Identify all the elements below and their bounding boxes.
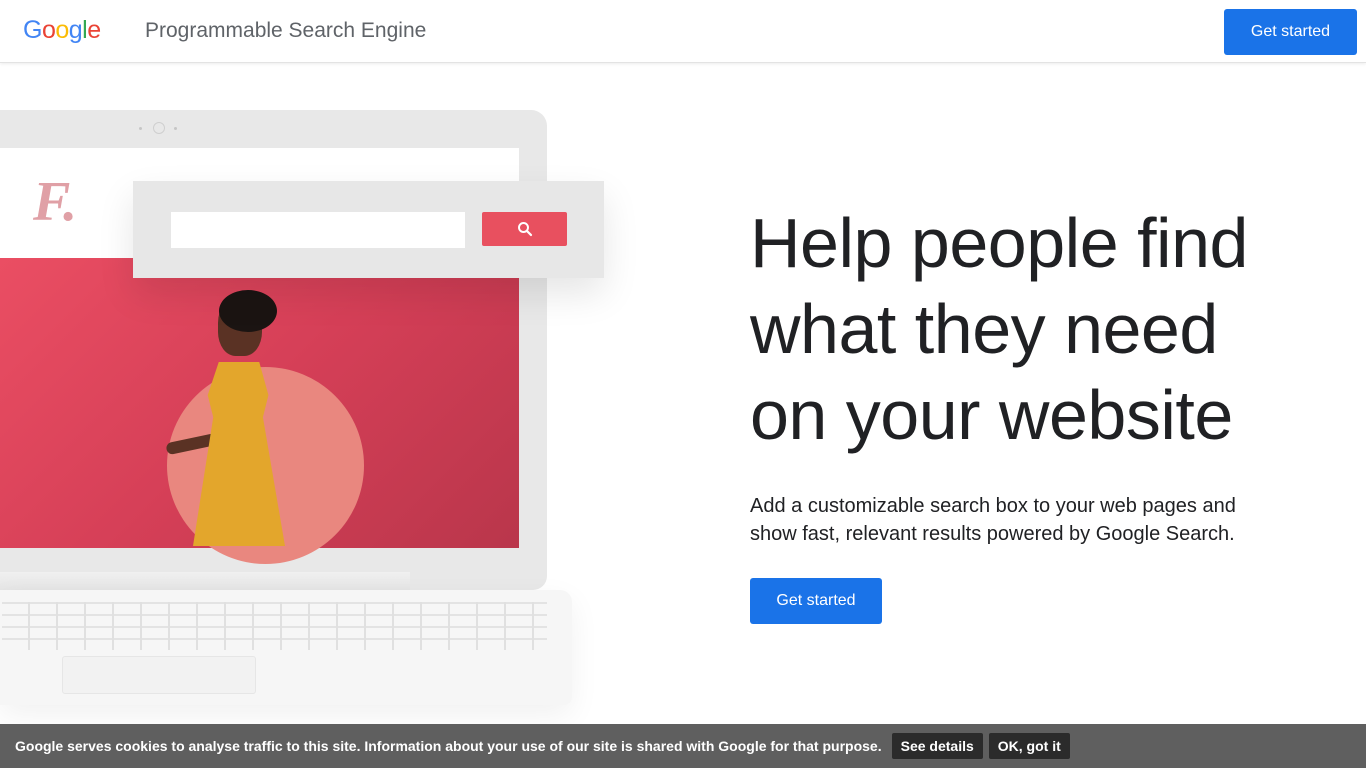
webcam-icon (153, 122, 165, 134)
hero-illustration: F. (0, 0, 700, 705)
laptop-trackpad (62, 656, 256, 694)
laptop-hinge (0, 572, 410, 592)
ok-got-it-button[interactable]: OK, got it (988, 733, 1070, 759)
laptop-keyboard (2, 602, 547, 650)
see-details-button[interactable]: See details (891, 733, 983, 759)
google-logo[interactable]: Google (23, 16, 101, 45)
cookie-consent-bar: Google serves cookies to analyse traffic… (0, 724, 1366, 768)
logo-letter: G (23, 16, 42, 44)
sample-search-button[interactable] (482, 212, 567, 246)
sample-search-box (133, 181, 604, 278)
hero-title: Help people find what they need on your … (750, 200, 1310, 458)
logo-letter: g (68, 16, 83, 44)
header-get-started-button[interactable]: Get started (1224, 9, 1357, 55)
logo-letter: o (41, 16, 56, 44)
product-name[interactable]: Programmable Search Engine (145, 19, 426, 43)
brand-mark: F. (33, 171, 78, 233)
sample-search-input[interactable] (171, 212, 465, 248)
hero-get-started-button[interactable]: Get started (750, 578, 882, 624)
person-hair-shape (219, 290, 277, 332)
logo-letter: o (55, 16, 69, 44)
hero-title-line: on your website (750, 376, 1233, 454)
camera-dot-icon (174, 127, 177, 130)
hero-subtitle: Add a customizable search box to your we… (750, 495, 1236, 545)
logo-letter: e (87, 16, 101, 44)
camera-dot-icon (139, 127, 142, 130)
search-icon (517, 222, 532, 237)
cookie-notice-text: Google serves cookies to analyse traffic… (15, 738, 882, 754)
hero-title-line: Help people find (750, 204, 1248, 282)
hero-title-line: what they need (750, 290, 1218, 368)
top-app-bar: Google Programmable Search Engine Get st… (0, 0, 1366, 63)
page: Google Programmable Search Engine Get st… (0, 0, 1366, 768)
